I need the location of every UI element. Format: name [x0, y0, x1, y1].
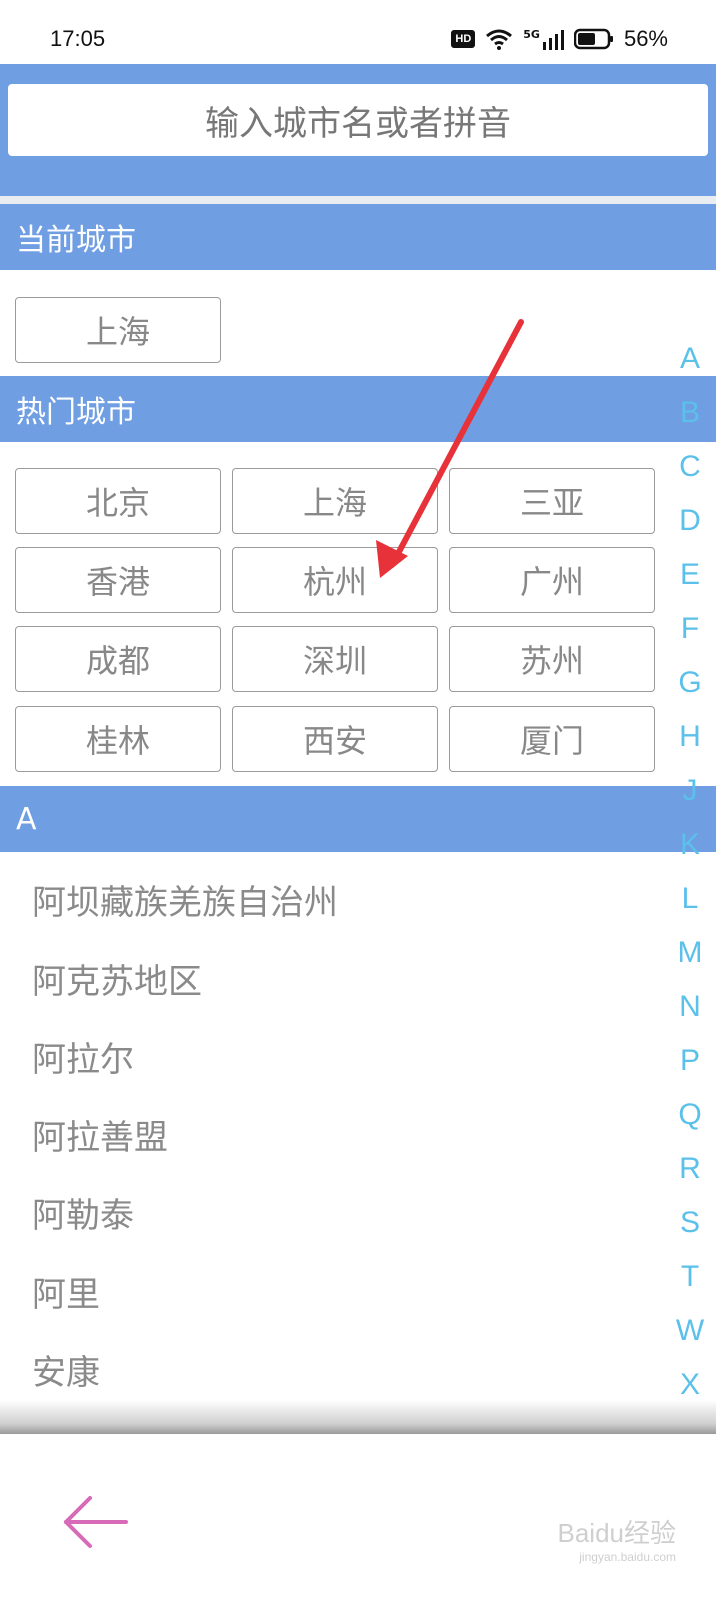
network-label: 5G: [523, 27, 540, 41]
list-item[interactable]: 阿拉尔: [32, 1016, 134, 1096]
hot-city-button[interactable]: 西安: [232, 706, 438, 772]
hot-cities-header: 热门城市: [0, 376, 716, 442]
index-letter[interactable]: A: [668, 342, 712, 376]
index-letter[interactable]: F: [668, 612, 712, 646]
list-item[interactable]: 阿勒泰: [32, 1172, 134, 1252]
index-letter[interactable]: D: [668, 504, 712, 538]
index-letter[interactable]: M: [668, 936, 712, 970]
index-letter[interactable]: J: [668, 774, 712, 808]
watermark-sub: jingyan.baidu.com: [579, 1550, 676, 1564]
bottom-bar: Baidu经验 jingyan.baidu.com: [0, 1434, 716, 1600]
index-letter[interactable]: E: [668, 558, 712, 592]
status-time: 17:05: [50, 26, 106, 51]
search-input[interactable]: 输入城市名或者拼音: [8, 84, 708, 156]
hot-city-button[interactable]: 深圳: [232, 626, 438, 692]
list-item[interactable]: 阿拉善盟: [32, 1094, 168, 1174]
section-a-header: A: [0, 786, 716, 852]
hot-city-button[interactable]: 桂林: [15, 706, 221, 772]
battery-icon: [573, 28, 613, 50]
index-letter[interactable]: G: [668, 666, 712, 700]
index-letter[interactable]: S: [668, 1206, 712, 1240]
index-letter[interactable]: W: [668, 1314, 712, 1348]
index-letter[interactable]: K: [668, 828, 712, 862]
battery-percent: 56%: [623, 26, 668, 51]
list-item[interactable]: 阿克苏地区: [32, 938, 202, 1018]
hot-city-button[interactable]: 上海: [232, 468, 438, 534]
status-bar: 17:05 HD 5G 56%: [0, 0, 716, 64]
list-item[interactable]: 阿坝藏族羌族自治州: [32, 859, 338, 939]
status-icons: HD 5G 56%: [451, 26, 668, 52]
index-letter[interactable]: R: [668, 1152, 712, 1186]
index-letter[interactable]: P: [668, 1044, 712, 1078]
wifi-icon: [486, 29, 513, 50]
index-letter[interactable]: L: [668, 882, 712, 916]
back-arrow-icon[interactable]: [60, 1486, 132, 1558]
current-city-button[interactable]: 上海: [15, 297, 221, 363]
current-city-header: 当前城市: [0, 204, 716, 270]
index-letter[interactable]: X: [668, 1368, 712, 1402]
index-letter[interactable]: H: [668, 720, 712, 754]
index-letter[interactable]: N: [668, 990, 712, 1024]
search-header: 输入城市名或者拼音: [0, 64, 716, 196]
hot-city-button[interactable]: 厦门: [449, 706, 655, 772]
hot-city-button[interactable]: 三亚: [449, 468, 655, 534]
index-letter[interactable]: Q: [668, 1098, 712, 1132]
hot-city-button[interactable]: 苏州: [449, 626, 655, 692]
index-letter[interactable]: T: [668, 1260, 712, 1294]
list-item[interactable]: 安康: [32, 1329, 100, 1409]
watermark: Baidu经验 jingyan.baidu.com: [558, 1513, 677, 1564]
index-letter[interactable]: B: [668, 396, 712, 430]
hd-badge: HD: [451, 30, 476, 48]
signal-icon: [542, 30, 564, 50]
hot-city-button[interactable]: 香港: [15, 547, 221, 613]
divider: [0, 196, 716, 204]
hot-city-button[interactable]: 北京: [15, 468, 221, 534]
hot-city-button[interactable]: 成都: [15, 626, 221, 692]
hot-city-button[interactable]: 杭州: [232, 547, 438, 613]
hot-city-button[interactable]: 广州: [449, 547, 655, 613]
watermark-text: Baidu经验: [557, 1518, 677, 1548]
bottom-shadow: [0, 1400, 716, 1434]
list-item[interactable]: 阿里: [32, 1251, 100, 1331]
index-letter[interactable]: C: [668, 450, 712, 484]
